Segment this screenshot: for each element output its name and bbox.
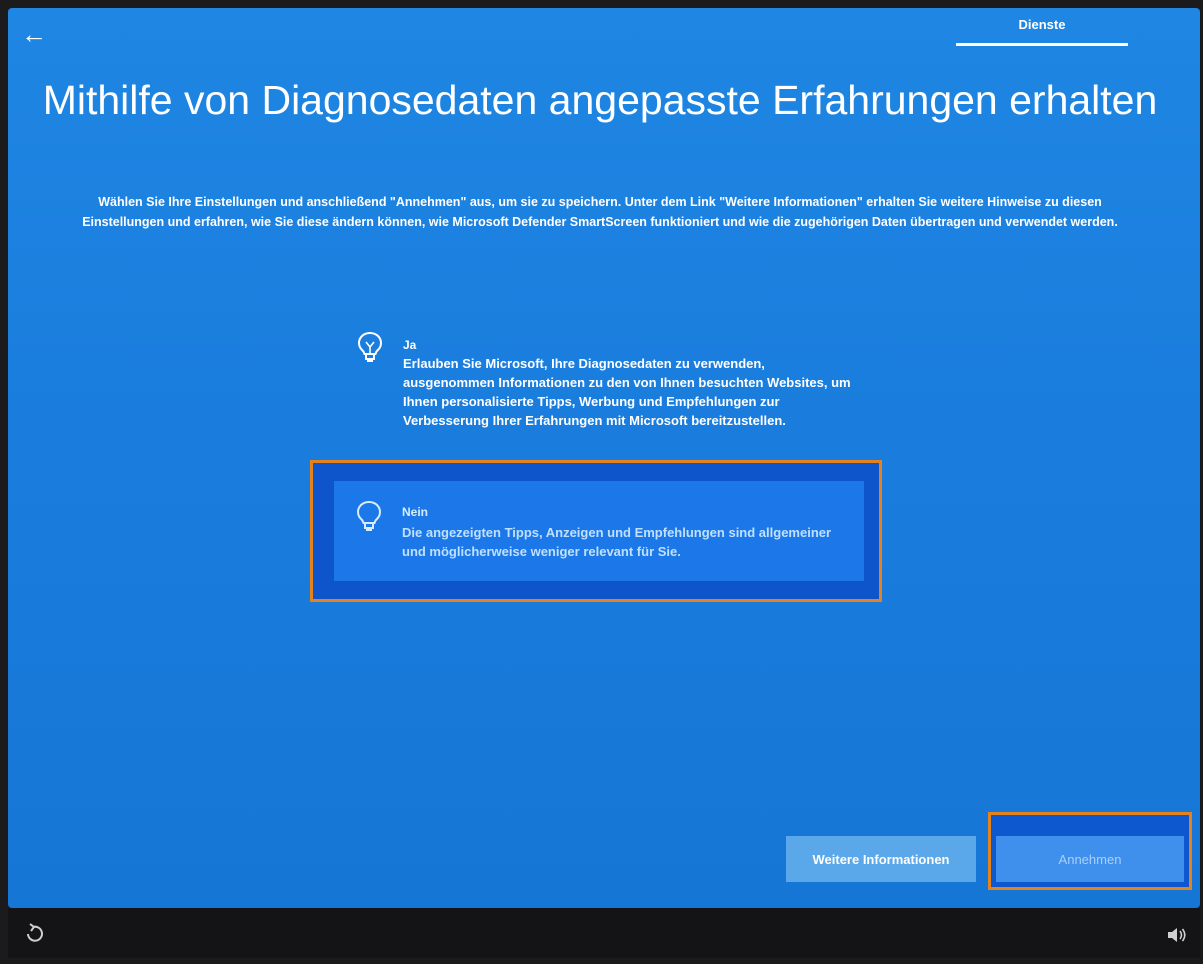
taskbar	[8, 908, 1200, 958]
tab-underline	[956, 43, 1128, 46]
option-ja-title: Ja	[403, 338, 417, 352]
lightbulb-icon	[356, 500, 382, 531]
lightbulb-lit-icon	[357, 331, 383, 362]
page-description: Wählen Sie Ihre Einstellungen und anschl…	[82, 195, 1118, 229]
page-title: Mithilfe von Diagnosedaten angepasste Er…	[42, 77, 1158, 123]
option-ja-description: Erlauben Sie Microsoft, Ihre Diagnosedat…	[403, 356, 851, 428]
tab-dienste: Dienste	[956, 14, 1128, 46]
volume-icon[interactable]	[1166, 926, 1188, 944]
option-ja[interactable]: Ja Erlauben Sie Microsoft, Ihre Diagnose…	[355, 330, 865, 460]
tab-label: Dienste	[1018, 17, 1066, 32]
more-info-button[interactable]: Weitere Informationen	[786, 836, 976, 882]
option-nein[interactable]: Nein Die angezeigten Tipps, Anzeigen und…	[334, 481, 864, 581]
back-arrow-icon[interactable]: ←	[20, 20, 48, 48]
ease-of-access-icon[interactable]	[22, 920, 46, 944]
option-nein-description: Die angezeigten Tipps, Anzeigen und Empf…	[402, 525, 832, 559]
option-nein-title: Nein	[402, 505, 429, 519]
accept-button[interactable]: Annehmen	[996, 836, 1184, 882]
